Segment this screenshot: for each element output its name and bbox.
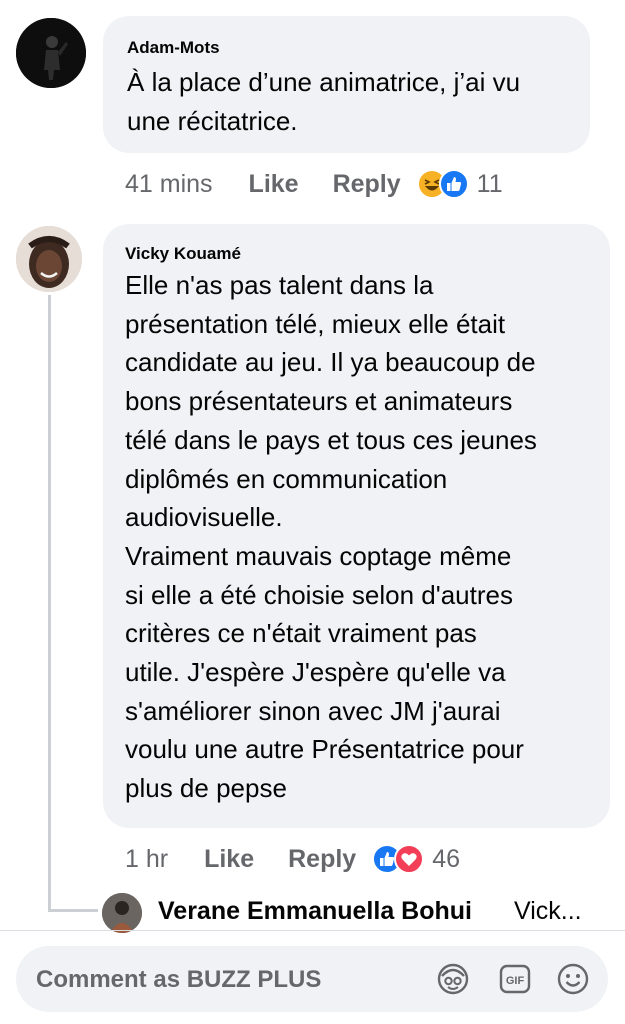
reaction-count[interactable]: 46 — [432, 845, 460, 874]
like-button[interactable]: Like — [204, 845, 254, 874]
comment-author[interactable]: Vicky Kouamé — [125, 244, 241, 264]
comment-text: Elle n'as pas talent dans la présentatio… — [125, 270, 537, 804]
emoji-icon[interactable] — [556, 962, 590, 1001]
svg-text:GIF: GIF — [506, 975, 525, 987]
comment-actions: 41 mins Like Reply 11 — [125, 166, 503, 202]
like-icon — [438, 169, 469, 199]
thread-line-branch — [48, 909, 98, 912]
reaction-icons[interactable] — [372, 844, 425, 874]
reply-author[interactable]: Verane Emmanuella Bohui — [158, 897, 472, 926]
like-button[interactable]: Like — [249, 170, 299, 199]
comment-input[interactable]: Comment as BUZZ PLUS — [36, 966, 321, 994]
composer-divider — [0, 930, 625, 931]
reply-snippet[interactable]: Vick... — [514, 897, 582, 926]
avatar-adam-mots[interactable] — [16, 18, 86, 88]
love-icon — [394, 844, 425, 874]
comment-text: À la place d’une animatrice, j’ai vu une… — [127, 67, 521, 136]
comment-actions: 1 hr Like Reply 46 — [125, 841, 460, 877]
comment-timestamp[interactable]: 41 mins — [125, 170, 213, 199]
reaction-count[interactable]: 11 — [477, 170, 503, 199]
reaction-icons[interactable] — [416, 169, 469, 199]
comment-timestamp[interactable]: 1 hr — [125, 845, 168, 874]
reply-avatar[interactable] — [102, 893, 142, 933]
gif-icon[interactable]: GIF — [498, 962, 532, 1001]
avatar-sticker-icon[interactable] — [436, 962, 470, 1001]
avatar-vicky-kouame[interactable] — [16, 226, 82, 292]
reply-button[interactable]: Reply — [333, 170, 401, 199]
thread-line — [48, 295, 51, 912]
comment-composer[interactable]: Comment as BUZZ PLUS GIF — [16, 946, 608, 1012]
reply-button[interactable]: Reply — [288, 845, 356, 874]
comment-author[interactable]: Adam-Mots — [127, 38, 220, 58]
